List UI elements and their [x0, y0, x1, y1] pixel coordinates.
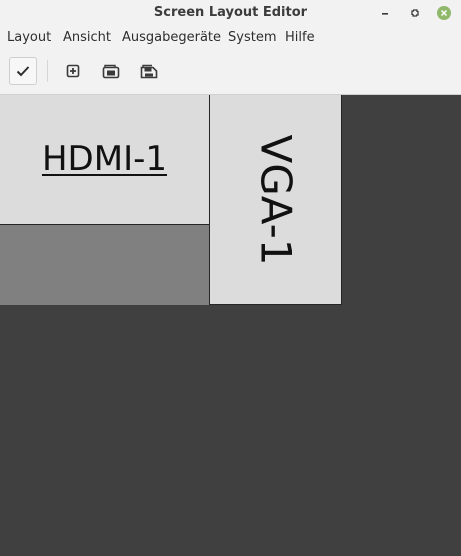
new-layout-button[interactable]	[60, 58, 86, 84]
layout-canvas[interactable]: HDMI-1 VGA-1	[0, 95, 461, 556]
output-vga-1[interactable]: VGA-1	[209, 95, 342, 305]
screen-layout-editor-window: Screen Layout Editor Layout Ansicht Ausg…	[0, 0, 461, 556]
menu-hilfe[interactable]: Hilfe	[285, 30, 315, 45]
minimize-icon	[382, 13, 388, 15]
close-icon	[437, 6, 451, 20]
menu-layout[interactable]: Layout	[7, 30, 51, 45]
menu-ausgabegeraete[interactable]: Ausgabegeräte	[122, 30, 221, 45]
output-vga-1-label: VGA-1	[251, 134, 300, 265]
toolbar-separator	[47, 60, 48, 82]
menu-bar: Layout Ansicht Ausgabegeräte System Hilf…	[0, 26, 461, 48]
open-layout-button[interactable]	[98, 58, 124, 84]
minimize-button[interactable]	[377, 5, 393, 21]
close-button[interactable]	[436, 5, 452, 21]
open-layout-icon	[102, 64, 120, 79]
menu-ansicht[interactable]: Ansicht	[63, 30, 111, 45]
output-hdmi-1[interactable]: HDMI-1	[0, 95, 210, 225]
menu-system[interactable]: System	[228, 30, 276, 45]
title-bar[interactable]: Screen Layout Editor	[0, 0, 461, 26]
new-layout-icon	[66, 64, 80, 78]
check-icon	[16, 66, 30, 77]
save-layout-button[interactable]	[136, 58, 162, 84]
output-hdmi-1-label: HDMI-1	[41, 139, 167, 179]
toolbar	[0, 48, 461, 95]
maximize-button[interactable]	[407, 5, 423, 21]
apply-button[interactable]	[9, 57, 37, 85]
maximize-icon	[411, 9, 419, 17]
save-layout-icon	[140, 64, 158, 79]
